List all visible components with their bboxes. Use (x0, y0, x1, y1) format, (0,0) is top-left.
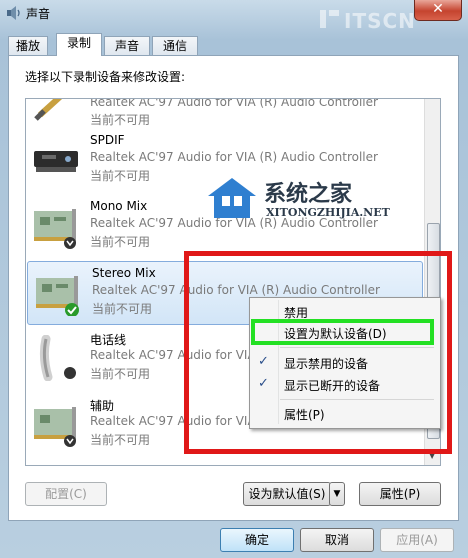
speaker-icon (7, 6, 20, 20)
device-status: 当前不可用 (90, 169, 151, 183)
spdif-device-icon (34, 151, 78, 172)
line-in-jack-icon (34, 99, 63, 121)
tab-playback[interactable]: 播放 (8, 36, 48, 55)
device-status: 当前不可用 (90, 433, 151, 447)
apply-button[interactable]: 应用(A) (380, 528, 454, 552)
instruction-text: 选择以下录制设备来修改设置: (25, 70, 186, 84)
device-description: Realtek AC'97 Audio for VIA (R) Audio Co… (90, 150, 378, 164)
device-status: 当前不可用 (92, 302, 153, 316)
device-description: Realtek AC'97 Audio for VIA (R) Audio Co… (90, 98, 378, 109)
device-name: Stereo Mix (92, 266, 156, 280)
device-status: 当前不可用 (90, 113, 151, 127)
sound-dialog: 声音 ITSCN ✕ 播放 录制 声音 通信 选择以下录制设备来修改设置: Re… (0, 0, 468, 558)
set-default-dropdown-icon[interactable]: ▼ (329, 482, 345, 506)
title-bar[interactable]: 声音 ITSCN ✕ (0, 0, 468, 33)
ok-button[interactable]: 确定 (220, 528, 294, 552)
window-title: 声音 (26, 7, 51, 21)
device-name: Mono Mix (90, 199, 148, 213)
device-status: 当前不可用 (90, 367, 151, 381)
tab-communications[interactable]: 通信 (152, 36, 198, 55)
tab-sounds[interactable]: 声音 (104, 36, 150, 55)
xitongzhijia-logo-icon (208, 178, 256, 218)
device-name: 辅助 (90, 399, 115, 413)
sound-card-icon (34, 407, 76, 447)
green-annotation-box (251, 319, 434, 345)
device-status: 当前不可用 (90, 235, 151, 249)
sound-card-icon (34, 209, 76, 249)
xitongzhijia-watermark: 系统之家 XITONGZHIJIA.NET (204, 172, 404, 224)
device-name: SPDIF (90, 133, 125, 147)
configure-button[interactable]: 配置(C) (25, 482, 107, 506)
tab-recording[interactable]: 录制 (56, 33, 102, 56)
device-name: 电话线 (90, 333, 127, 347)
properties-button[interactable]: 属性(P) (359, 482, 441, 506)
red-annotation-box (184, 251, 452, 454)
set-default-button[interactable]: 设为默认值(S) (243, 482, 331, 506)
device-item-line-in[interactable]: Realtek AC'97 Audio for VIA (R) Audio Co… (26, 99, 424, 129)
telephone-icon (39, 335, 76, 381)
cancel-button[interactable]: 取消 (300, 528, 374, 552)
itscn-watermark: ITSCN (318, 6, 415, 34)
itscn-logo-icon (320, 10, 339, 28)
close-button[interactable]: ✕ (414, 0, 462, 21)
sound-card-icon (36, 276, 79, 316)
